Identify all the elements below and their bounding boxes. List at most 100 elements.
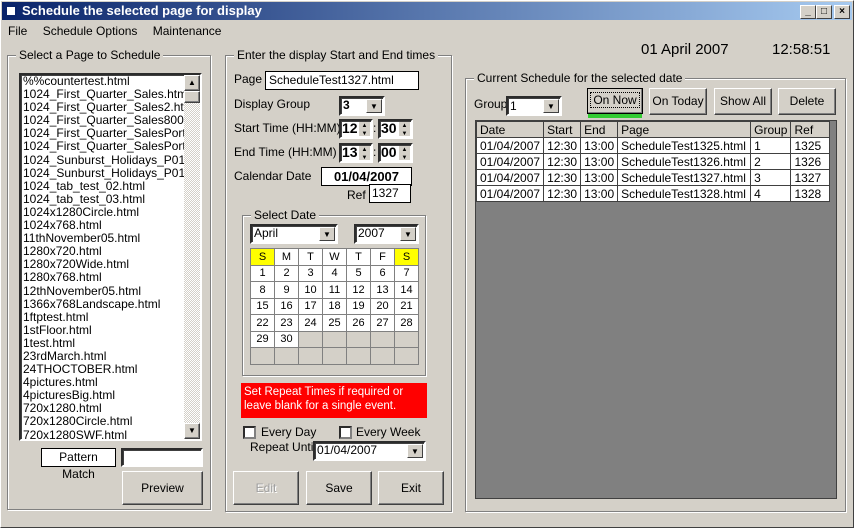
- pattern-match-input[interactable]: [121, 448, 203, 467]
- calendar-day[interactable]: 10: [298, 281, 323, 299]
- list-item[interactable]: 1280x720Wide.html: [21, 258, 200, 271]
- scroll-up-icon[interactable]: ▲: [184, 75, 200, 91]
- group-filter-select[interactable]: 1 ▼: [506, 96, 562, 116]
- list-item[interactable]: 1024_First_Quarter_Sales.html: [21, 88, 200, 101]
- end-minute-spinner[interactable]: 00 ▲ ▼: [378, 143, 413, 163]
- list-item[interactable]: 1024_First_Quarter_SalesPortrait.h: [21, 127, 200, 140]
- list-item[interactable]: 1024x1280Circle.html: [21, 206, 200, 219]
- spin-arrows-icon[interactable]: ▲ ▼: [399, 146, 410, 161]
- preview-button[interactable]: Preview: [122, 471, 203, 505]
- table-row[interactable]: 01/04/2007 12:30 13:00 ScheduleTest1327.htm…: [475, 169, 831, 186]
- column-header[interactable]: Start: [543, 121, 582, 138]
- list-item[interactable]: 1024x768.html: [21, 219, 200, 232]
- calendar-day[interactable]: 4: [322, 264, 347, 282]
- year-select[interactable]: 2007 ▼: [354, 224, 419, 244]
- column-header[interactable]: Ref: [790, 121, 831, 138]
- chevron-down-icon[interactable]: ▼: [319, 227, 335, 241]
- calendar-day[interactable]: 28: [394, 314, 419, 332]
- calendar-day[interactable]: 25: [322, 314, 347, 332]
- list-item[interactable]: 4pictures.html: [21, 376, 200, 389]
- calendar-day[interactable]: 8: [250, 281, 275, 299]
- list-item[interactable]: %%countertest.html: [21, 75, 200, 88]
- calendar-day[interactable]: 14: [394, 281, 419, 299]
- list-item[interactable]: 1280x768.html: [21, 271, 200, 284]
- table-row[interactable]: 01/04/2007 12:30 13:00 ScheduleTest1325.htm…: [475, 137, 831, 154]
- list-item[interactable]: 1ftptest.html: [21, 311, 200, 324]
- list-item[interactable]: 1024_First_Quarter_Sales2.html: [21, 101, 200, 114]
- calendar-day[interactable]: 5: [346, 264, 371, 282]
- list-item[interactable]: 1stFloor.html: [21, 324, 200, 337]
- list-item[interactable]: 1280x720.html: [21, 245, 200, 258]
- calendar-day[interactable]: 21: [394, 297, 419, 315]
- calendar-day[interactable]: 16: [274, 297, 299, 315]
- column-header[interactable]: Page: [617, 121, 752, 138]
- column-header[interactable]: End: [580, 121, 619, 138]
- list-item[interactable]: 24THOCTOBER.html: [21, 363, 200, 376]
- column-header[interactable]: Group: [750, 121, 792, 138]
- exit-button[interactable]: Exit: [378, 471, 444, 505]
- calendar-day[interactable]: 30: [274, 330, 299, 348]
- scroll-down-icon[interactable]: ▼: [184, 423, 200, 439]
- list-item[interactable]: 4picturesBig.html: [21, 389, 200, 402]
- chevron-down-icon[interactable]: ▼: [543, 99, 559, 113]
- scroll-thumb[interactable]: [184, 91, 200, 103]
- calendar-day[interactable]: 7: [394, 264, 419, 282]
- every-day-checkbox[interactable]: [243, 426, 256, 439]
- menu-maintenance[interactable]: Maintenance: [153, 24, 222, 38]
- chevron-down-icon[interactable]: ▼: [400, 227, 416, 241]
- calendar-day[interactable]: 1: [250, 264, 275, 282]
- calendar-day[interactable]: 3: [298, 264, 323, 282]
- list-scrollbar[interactable]: ▲ ▼: [184, 75, 200, 439]
- on-now-button[interactable]: On Now: [587, 88, 643, 114]
- calendar-day[interactable]: 19: [346, 297, 371, 315]
- chevron-down-icon[interactable]: ▼: [407, 444, 423, 458]
- calendar-day[interactable]: 9: [274, 281, 299, 299]
- calendar-day[interactable]: 2: [274, 264, 299, 282]
- save-button[interactable]: Save: [306, 471, 372, 505]
- display-group-select[interactable]: 3 ▼: [339, 96, 385, 116]
- calendar-day[interactable]: 11: [322, 281, 347, 299]
- list-item[interactable]: 1024_tab_test_03.html: [21, 193, 200, 206]
- calendar-day[interactable]: 20: [370, 297, 395, 315]
- calendar-day[interactable]: 26: [346, 314, 371, 332]
- spin-arrows-icon[interactable]: ▲ ▼: [359, 122, 370, 137]
- calendar-day[interactable]: 17: [298, 297, 323, 315]
- minimize-button[interactable]: _: [800, 5, 816, 19]
- spin-arrows-icon[interactable]: ▲ ▼: [399, 122, 410, 137]
- list-item[interactable]: 1024_First_Quarter_SalesPortrait2: [21, 140, 200, 153]
- list-item[interactable]: 1024_Sunburst_Holidays_P01800: [21, 167, 200, 180]
- list-item[interactable]: 23rdMarch.html: [21, 350, 200, 363]
- list-item[interactable]: 1test.html: [21, 337, 200, 350]
- on-today-button[interactable]: On Today: [649, 88, 707, 115]
- delete-button[interactable]: Delete: [778, 88, 836, 115]
- list-item[interactable]: 720x1280Circle.html: [21, 415, 200, 428]
- calendar-day[interactable]: 15: [250, 297, 275, 315]
- edit-button[interactable]: Edit: [233, 471, 299, 505]
- list-item[interactable]: 720x1280.html: [21, 402, 200, 415]
- chevron-down-icon[interactable]: ▼: [366, 99, 382, 113]
- menu-file[interactable]: File: [8, 24, 27, 38]
- table-row[interactable]: 01/04/2007 12:30 13:00 ScheduleTest1328.htm…: [475, 185, 831, 202]
- start-minute-spinner[interactable]: 30 ▲ ▼: [378, 119, 413, 139]
- list-item[interactable]: 1024_First_Quarter_Sales800x600: [21, 114, 200, 127]
- list-item[interactable]: 1024_tab_test_02.html: [21, 180, 200, 193]
- list-item[interactable]: 720x1280SWF.html: [21, 429, 200, 439]
- page-list[interactable]: %%countertest.html 1024_First_Quarter_Sal…: [19, 73, 202, 441]
- every-week-checkbox[interactable]: [339, 426, 352, 439]
- show-all-button[interactable]: Show All: [714, 88, 772, 115]
- calendar-day[interactable]: 13: [370, 281, 395, 299]
- start-hour-spinner[interactable]: 12 ▲ ▼: [339, 119, 373, 139]
- list-item[interactable]: 1024_Sunburst_Holidays_P01.htm: [21, 154, 200, 167]
- page-field[interactable]: ScheduleTest1327.html: [265, 71, 419, 90]
- month-select[interactable]: April ▼: [250, 224, 338, 244]
- end-hour-spinner[interactable]: 13 ▲ ▼: [339, 143, 373, 163]
- repeat-until-select[interactable]: 01/04/2007 ▼: [313, 441, 426, 461]
- calendar-day[interactable]: 12: [346, 281, 371, 299]
- list-item[interactable]: 11thNovember05.html: [21, 232, 200, 245]
- calendar-day[interactable]: 6: [370, 264, 395, 282]
- list-item[interactable]: 12thNovember05.html: [21, 285, 200, 298]
- calendar-day[interactable]: 24: [298, 314, 323, 332]
- calendar-day[interactable]: 18: [322, 297, 347, 315]
- list-item[interactable]: 1366x768Landscape.html: [21, 298, 200, 311]
- calendar-day[interactable]: 22: [250, 314, 275, 332]
